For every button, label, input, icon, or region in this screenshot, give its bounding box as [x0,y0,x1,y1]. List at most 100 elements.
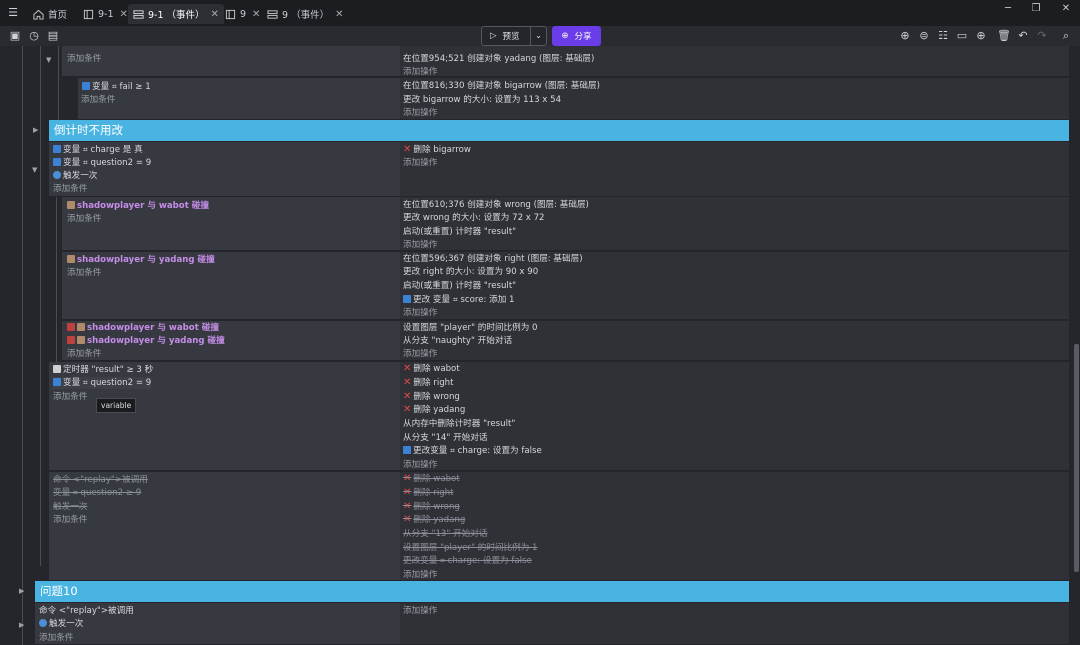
close-icon[interactable]: ✕ [211,9,219,20]
action-line[interactable]: ✕ 删除 right [403,487,454,499]
condition-line[interactable]: shadowplayer 与 wabot 碰撞 [67,322,219,334]
add-event-icon[interactable]: ⊕ [898,29,912,43]
collapse-arrow-icon[interactable]: ▼ [46,56,51,64]
condition-line[interactable]: shadowplayer 与 wabot 碰撞 [67,200,209,212]
add-icon[interactable]: ⊕ [974,29,988,43]
event-conditions[interactable]: 命令 <"replay">被调用 触发一次 添加条件 [35,603,400,645]
action-line[interactable]: 更改 变量 ⌗ score: 添加 1 [403,294,515,306]
event-conditions[interactable]: 添加条件 [62,46,400,77]
condition-line[interactable]: 变量 ⌗ question2 = 9 [53,377,152,389]
add-else-icon[interactable]: ☷ [936,29,950,43]
condition-line[interactable]: 定时器 "result" ≥ 3 秒 [53,364,153,376]
tab-layout-9[interactable]: 9 ✕ [220,4,265,24]
condition-line[interactable]: 触发一次 [39,618,83,630]
event-conditions[interactable]: shadowplayer 与 wabot 碰撞 shadowplayer 与 y… [62,321,400,361]
action-line[interactable]: 更改变量 ⌗ charge: 设置为 false [403,555,532,567]
action-line[interactable]: 从内存中删除计时器 "result" [403,418,515,430]
action-line[interactable]: 启动(或重置) 计时器 "result" [403,226,516,238]
action-line[interactable]: ✕ 删除 wabot [403,473,460,485]
add-condition-link[interactable]: 添加条件 [39,632,73,644]
event-conditions[interactable]: 变量 ⌗ charge 是 真 变量 ⌗ question2 = 9 触发一次 … [49,142,400,197]
event-actions[interactable]: 添加操作 [400,603,1069,645]
condition-line[interactable]: 变量 ⌗ question2 ≥ 9 [53,487,141,499]
close-window-button[interactable]: ✕ [1052,0,1080,16]
action-line[interactable]: ✕ 删除 bigarrow [403,144,471,156]
action-line[interactable]: 在位置954;521 创建对象 yadang (图层: 基础层) [403,53,594,65]
action-line[interactable]: ✕ 删除 right [403,377,454,389]
add-condition-link[interactable]: 添加条件 [67,53,101,65]
add-subevent-icon[interactable]: ⊜ [917,29,931,43]
tab-home[interactable]: 首页 [28,4,72,24]
add-condition-link[interactable]: 添加条件 [53,391,87,403]
expand-arrow-icon[interactable]: ▶ [19,587,24,595]
search-icon[interactable]: ⌕ [1059,29,1073,43]
group-header-q10[interactable]: 问题10 [35,581,1069,602]
action-line[interactable]: 从分支 "14" 开始对话 [403,432,487,444]
condition-line[interactable]: 变量 ⌗ charge 是 真 [53,144,143,156]
condition-line[interactable]: shadowplayer 与 yadang 碰撞 [67,254,215,266]
panels-icon[interactable]: ▣ [8,29,22,43]
add-action-link[interactable]: 添加操作 [403,459,437,471]
close-icon[interactable]: ✕ [335,9,343,20]
event-conditions[interactable]: 定时器 "result" ≥ 3 秒 变量 ⌗ question2 = 9 添加… [49,362,400,471]
action-line[interactable]: 在位置596;367 创建对象 right (图层: 基础层) [403,253,583,265]
event-actions[interactable]: 在位置610;376 创建对象 wrong (图层: 基础层) 更改 wrong… [400,197,1069,251]
action-line[interactable]: 设置图层 "player" 的时间比例为 0 [403,322,538,334]
add-action-link[interactable]: 添加操作 [403,605,437,617]
event-actions[interactable]: 在位置596;367 创建对象 right (图层: 基础层) 更改 right… [400,252,1069,320]
add-action-link[interactable]: 添加操作 [403,348,437,360]
add-action-link[interactable]: 添加操作 [403,107,437,119]
close-icon[interactable]: ✕ [252,9,260,20]
event-conditions-disabled[interactable]: 命令 <"replay">被调用 变量 ⌗ question2 ≥ 9 触发一次… [49,472,400,581]
action-line[interactable]: 更改 wrong 的大小: 设置为 72 x 72 [403,212,545,224]
action-line[interactable]: ✕ 删除 wrong [403,391,460,403]
action-line[interactable]: 从分支 "13" 开始对话 [403,528,487,540]
collapse-arrow-icon[interactable]: ▼ [32,166,37,174]
close-icon[interactable]: ✕ [120,9,128,20]
add-condition-link[interactable]: 添加条件 [53,514,87,526]
expand-arrow-icon[interactable]: ▶ [33,126,38,134]
delete-icon[interactable]: 🗑 [997,29,1011,43]
action-line[interactable]: 更改 right 的大小: 设置为 90 x 90 [403,266,538,278]
condition-line[interactable]: 触发一次 [53,170,97,182]
event-actions[interactable]: ✕ 删除 bigarrow 添加操作 [400,142,1069,197]
condition-line[interactable]: 命令 <"replay">被调用 [39,605,134,617]
action-line[interactable]: 启动(或重置) 计时器 "result" [403,280,516,292]
action-line[interactable]: ✕ 删除 yadang [403,514,465,526]
group-header-timer[interactable]: 倒计时不用改 [49,120,1069,141]
condition-line[interactable]: shadowplayer 与 yadang 碰撞 [67,335,225,347]
maximize-button[interactable]: ❐ [1022,0,1050,16]
add-action-link[interactable]: 添加操作 [403,66,437,78]
action-line[interactable]: 从分支 "naughty" 开始对话 [403,335,512,347]
event-actions[interactable]: 设置图层 "player" 的时间比例为 0 从分支 "naughty" 开始对… [400,321,1069,361]
event-conditions[interactable]: shadowplayer 与 wabot 碰撞 添加条件 [62,197,400,251]
expand-arrow-icon[interactable]: ▶ [19,621,24,629]
history-icon[interactable]: ◷ [27,29,41,43]
minimize-button[interactable]: ─ [994,0,1022,16]
condition-line[interactable]: 命令 <"replay">被调用 [53,474,148,486]
event-actions[interactable]: 在位置954;521 创建对象 yadang (图层: 基础层) 添加操作 [400,46,1069,77]
tab-events-9[interactable]: 9 （事件） ✕ [262,4,348,24]
action-line[interactable]: ✕ 删除 yadang [403,404,465,416]
action-line[interactable]: 在位置610;376 创建对象 wrong (图层: 基础层) [403,199,589,211]
redo-icon[interactable]: ↷ [1035,29,1049,43]
vertical-scrollbar[interactable] [1074,344,1079,572]
event-actions[interactable]: 在位置816;330 创建对象 bigarrow (图层: 基础层) 更改 bi… [400,78,1069,120]
add-action-link[interactable]: 添加操作 [403,157,437,169]
add-action-link[interactable]: 添加操作 [403,569,437,581]
add-action-link[interactable]: 添加操作 [403,239,437,251]
action-line[interactable]: 设置图层 "player" 的时间比例为 1 [403,542,538,554]
add-condition-link[interactable]: 添加条件 [53,183,87,195]
add-condition-link[interactable]: 添加条件 [67,213,101,225]
action-line[interactable]: 在位置816;330 创建对象 bigarrow (图层: 基础层) [403,80,600,92]
share-button[interactable]: ⊕ 分享 [552,26,601,46]
event-actions-disabled[interactable]: ✕ 删除 wabot ✕ 删除 right ✕ 删除 wrong ✕ 删除 yadang… [400,472,1069,581]
comment-icon[interactable]: ▭ [955,29,969,43]
event-actions[interactable]: ✕ 删除 wabot ✕ 删除 right ✕ 删除 wrong ✕ 删除 yadang… [400,362,1069,471]
preview-button[interactable]: ▷ 预览 ⌄ [481,26,547,46]
save-icon[interactable]: ▤ [46,29,60,43]
add-condition-link[interactable]: 添加条件 [67,267,101,279]
condition-line[interactable]: 触发一次 [53,501,87,513]
add-condition-link[interactable]: 添加条件 [81,94,115,106]
add-condition-link[interactable]: 添加条件 [67,348,101,360]
